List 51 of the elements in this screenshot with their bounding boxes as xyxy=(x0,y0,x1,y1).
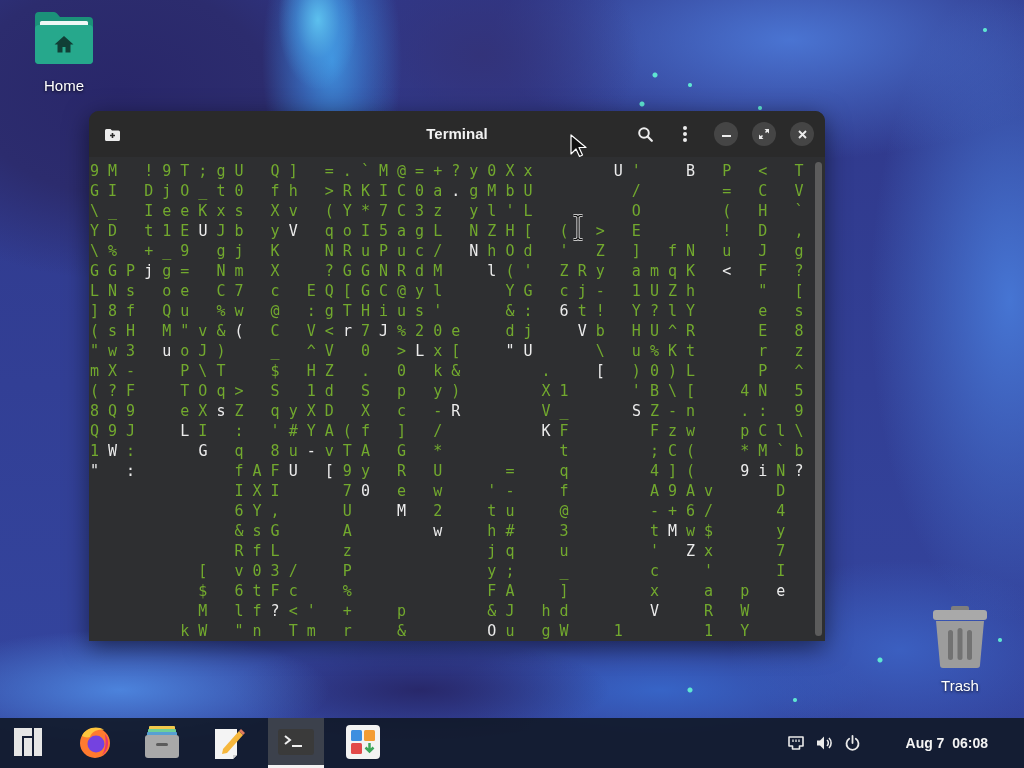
desktop-icon-label[interactable]: Trash xyxy=(941,675,979,698)
network-wired-icon[interactable] xyxy=(787,736,804,750)
trash-icon[interactable] xyxy=(932,606,988,668)
terminal-text: ] 8 f Q u % w @ : g T H i u s ' & : 6 t ! Y ? l Y e s xyxy=(90,301,804,321)
terminal-text: Q 9 J L I : ' # Y A ( f ] / K F F z w p C l \ xyxy=(90,421,804,441)
terminal-text: 6 Y , U M 2 t u @ - + 6 / 4 xyxy=(234,501,786,521)
terminal-text: m X - P \ T $ H Z . 0 k & . [ ) 0 ) L P ^ xyxy=(90,361,804,381)
terminal-text: Y D t 1 E U J b y V q o I 5 a g L N Z H [ ( xyxy=(90,221,569,241)
terminal-text: \ _ I e e K x s X v ( Y * 7 C 3 z y l ' L O ( H ` xyxy=(90,201,804,221)
close-button[interactable] xyxy=(790,122,814,146)
terminal-icon xyxy=(278,728,314,755)
blocks-logo-icon xyxy=(14,727,42,756)
volume-icon[interactable] xyxy=(815,735,833,751)
terminal-text: 8 Q 9 e X s Z q y X D X c - R V _ S Z - n . : 9 xyxy=(90,401,804,421)
terminal-text: [ v 0 3 / P y ; _ c ' I xyxy=(198,561,786,581)
terminal-text: ( s H M " v & ( C V < r 7 J % 2 0 e d j V b H U ^ R E 8 xyxy=(90,321,804,341)
terminal-text: 9 M ! 9 T ; g U Q ] = . ` M @ = + ? y 0 X x U ' B P < T xyxy=(90,161,804,181)
terminal-text: I X I 7 0 e w ' - f A 9 A v D xyxy=(234,481,786,501)
desktop-icon-label[interactable]: Home xyxy=(44,75,84,98)
close-icon xyxy=(797,129,807,139)
maximize-icon xyxy=(759,129,769,139)
minimize-button[interactable] xyxy=(714,122,738,146)
terminal-text: \ % + _ 9 g j K N R u P u c / N h O d ' Z ] f N u J g xyxy=(90,241,804,261)
power-icon[interactable] xyxy=(844,735,860,751)
terminal-text: G G P j g = N m X ? G G N R d M l ( ' Z R y a m q K < F ? xyxy=(90,261,804,281)
pointer-icon xyxy=(570,134,587,158)
app-grid-icon xyxy=(346,724,380,759)
terminal-button[interactable] xyxy=(268,718,324,768)
terminal-text: L N s o e C 7 c E Q [ G C @ y l Y G c j - 1 U Z h " [ xyxy=(90,281,804,301)
home-folder-icon[interactable] xyxy=(35,12,93,64)
minimize-icon xyxy=(721,135,731,137)
terminal-text: 1 W : G q 8 u - v T A G * t ; C ( * M ` b xyxy=(90,441,804,461)
clock[interactable]: Aug 7 06:08 xyxy=(905,732,988,754)
scrollbar-thumb[interactable] xyxy=(814,162,822,636)
terminal-text: $ 6 t F c % F A ] x a p e xyxy=(198,581,786,601)
terminal-text: " w 3 u o J ) _ ^ V 0 > L x [ " U \ u % K t r z xyxy=(90,341,804,361)
terminal-text: " : f A F U [ 9 y R U = q 4 ] ( 9 i N ? xyxy=(90,461,804,481)
terminal-text: & s G A w h # 3 t M w $ y xyxy=(234,521,786,541)
terminal-text: R f L z j q u ' Z x 7 xyxy=(234,541,786,561)
file-drawer-icon xyxy=(145,725,179,758)
terminal-text: > E ! D , xyxy=(595,221,804,241)
terminal-text: k W " n T m r & O u g W 1 1 Y xyxy=(180,621,750,641)
window-title: Terminal xyxy=(426,123,488,144)
new-tab-icon xyxy=(104,127,120,141)
text-cursor-icon xyxy=(572,214,584,241)
terminal-text: G I D j O _ t 0 f h > R K I C 0 a . g M b U / = C V xyxy=(90,181,804,201)
maximize-button[interactable] xyxy=(752,122,776,146)
vertical-dots-icon xyxy=(683,126,687,142)
terminal-text: ( ? F T O q > S 1 d S p y ) X 1 ' B \ [ 4 N 5 xyxy=(90,381,804,401)
search-icon xyxy=(637,126,653,142)
terminal-text: M l f ? < ' + p & J h d V R W xyxy=(198,601,750,621)
